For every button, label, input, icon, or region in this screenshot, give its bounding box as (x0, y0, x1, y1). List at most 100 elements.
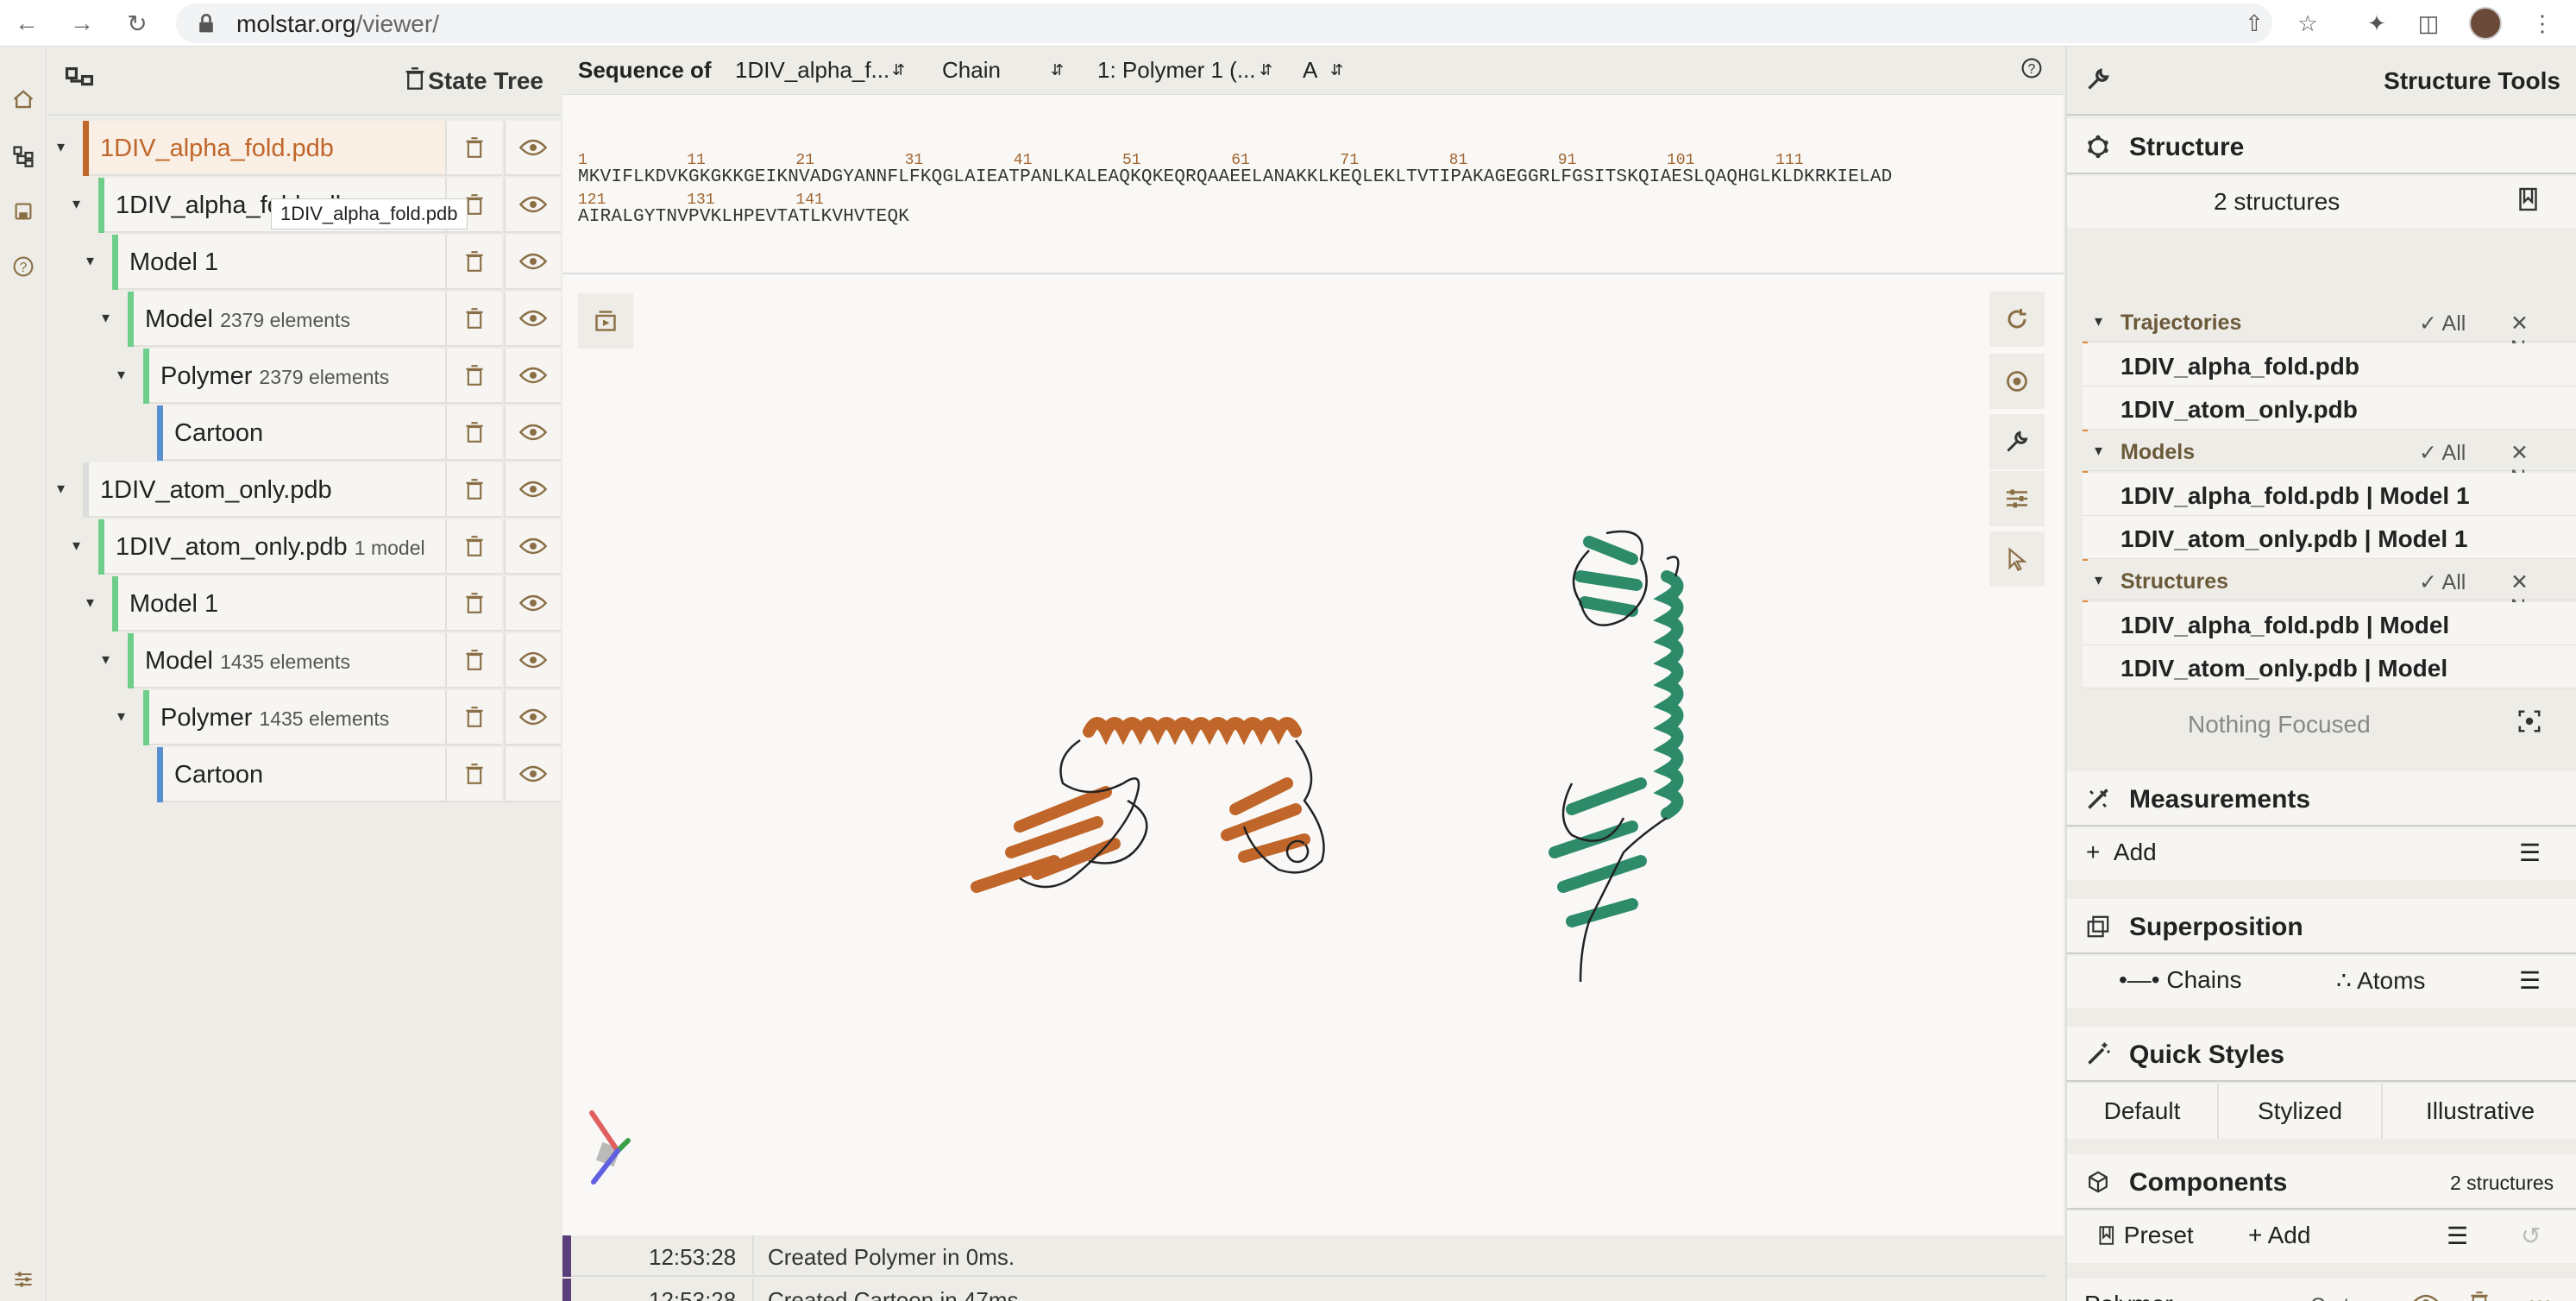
save-icon[interactable] (9, 197, 38, 226)
structure-item[interactable]: 1DIV_atom_only.pdb | Model (2083, 645, 2576, 688)
caret-down-icon[interactable]: ▾ (86, 594, 104, 611)
tree-node[interactable]: Polymer 1435 elements (143, 690, 492, 745)
share-icon[interactable]: ⇧ (2240, 9, 2269, 38)
trash-icon[interactable] (445, 349, 502, 404)
eye-icon[interactable] (504, 576, 561, 632)
trash-icon[interactable] (445, 690, 502, 745)
caret-down-icon[interactable]: ▾ (102, 309, 119, 326)
focus-target-icon[interactable] (2517, 709, 2541, 739)
bookmark-icon[interactable] (2517, 186, 2541, 218)
settings-sliders-icon[interactable] (1989, 471, 2045, 526)
tree-node[interactable]: Model 2379 elements (128, 292, 492, 347)
select-all-button[interactable]: ✓ All (2419, 440, 2466, 466)
eye-icon[interactable] (504, 690, 561, 745)
tree-node[interactable]: Cartoon (157, 747, 492, 802)
eye-icon[interactable] (504, 178, 561, 233)
reset-camera-icon[interactable] (1989, 292, 2045, 347)
pointer-icon[interactable] (1989, 531, 2045, 587)
kebab-menu-icon[interactable]: ⋮ (2528, 9, 2557, 38)
illustrative-style-button[interactable]: Illustrative (2383, 1084, 2576, 1139)
select-all-button[interactable]: ✓ All (2419, 569, 2466, 595)
settings-sliders-icon[interactable] (9, 1265, 38, 1294)
eye-icon[interactable] (504, 292, 561, 347)
caret-down-icon[interactable]: ▾ (57, 480, 74, 497)
model-item[interactable]: 1DIV_atom_only.pdb | Model 1 (2083, 516, 2576, 559)
tree-node[interactable]: Model 1 (112, 576, 492, 632)
eye-icon[interactable] (2412, 1291, 2440, 1301)
settings-sliders-icon[interactable]: ☰ (2519, 839, 2541, 867)
caret-down-icon[interactable]: ▾ (72, 195, 90, 212)
eye-icon[interactable] (504, 349, 561, 404)
caret-down-icon[interactable]: ▾ (72, 537, 90, 554)
back-icon[interactable]: ← (12, 9, 41, 38)
trash-icon[interactable] (445, 235, 502, 290)
tree-node[interactable]: 1DIV_atom_only.pdb (83, 462, 492, 518)
superposition-section-header[interactable]: Superposition (2067, 899, 2576, 954)
trash-icon[interactable] (445, 292, 502, 347)
caret-down-icon[interactable]: ▾ (102, 650, 119, 668)
select-all-button[interactable]: ✓ All (2419, 311, 2466, 336)
protein-cartoon-alpha-fold[interactable] (959, 706, 1339, 913)
atoms-button[interactable]: ∴ Atoms (2336, 966, 2425, 995)
side-panel-icon[interactable]: ◫ (2414, 9, 2443, 38)
structures-header[interactable]: ▾ Structures ✓ All ✕ None (2083, 561, 2576, 619)
trash-icon[interactable] (445, 405, 502, 461)
reload-icon[interactable]: ↻ (123, 9, 152, 38)
measurements-add-button[interactable]: + Add (2086, 839, 2157, 866)
tree-node[interactable]: 1DIV_alpha_fold.pdb (83, 121, 492, 176)
trash-icon[interactable] (445, 121, 502, 176)
caret-down-icon[interactable]: ▾ (117, 366, 135, 383)
tree-node[interactable]: Cartoon (157, 405, 492, 461)
tree-node[interactable]: 1DIV_atom_only.pdb 1 model (98, 519, 492, 575)
tree-node[interactable]: Polymer 2379 elements (143, 349, 492, 404)
components-section-header[interactable]: Components 2 structures (2067, 1154, 2576, 1210)
trash-icon[interactable] (2471, 1291, 2488, 1301)
3d-viewport[interactable] (562, 274, 2064, 1235)
chain-select[interactable]: A (1303, 57, 1317, 84)
state-tree-icon[interactable] (9, 141, 38, 171)
animation-icon[interactable] (578, 293, 633, 349)
model-item[interactable]: 1DIV_alpha_fold.pdb | Model 1 (2083, 473, 2576, 516)
wrench-icon[interactable] (1989, 414, 2045, 469)
bookmark-star-icon[interactable]: ☆ (2293, 9, 2322, 38)
eye-icon[interactable] (504, 633, 561, 688)
sequence-line-1[interactable]: MKVIFLKDVKGKGKKGEIKNVADGYANNFLFKQGLAIEAT… (578, 167, 1892, 187)
settings-sliders-icon[interactable]: ☰ (2519, 966, 2541, 995)
home-icon[interactable] (9, 85, 38, 114)
structure-item[interactable]: 1DIV_alpha_fold.pdb | Model (2083, 602, 2576, 645)
preset-button[interactable]: Preset (2098, 1222, 2194, 1249)
screenshot-icon[interactable] (1989, 354, 2045, 409)
structure-count-row[interactable]: 2 structures (2067, 176, 2576, 228)
settings-sliders-icon[interactable]: ☰ (2447, 1222, 2468, 1250)
stylized-style-button[interactable]: Stylized (2219, 1084, 2383, 1139)
components-add-button[interactable]: + Add (2248, 1222, 2310, 1249)
models-header[interactable]: ▾ Models ✓ All ✕ None (2083, 431, 2576, 490)
protein-cartoon-atom-only[interactable] (1537, 525, 1762, 990)
structure-select[interactable]: 1DIV_alpha_f... (735, 57, 889, 84)
avatar[interactable] (2469, 7, 2502, 40)
caret-down-icon[interactable]: ▾ (57, 138, 74, 155)
trash-icon[interactable] (445, 519, 502, 575)
chains-button[interactable]: •—• Chains (2119, 966, 2242, 994)
eye-icon[interactable] (504, 121, 561, 176)
caret-down-icon[interactable]: ▾ (117, 707, 135, 725)
mode-select[interactable]: Chain (942, 57, 1001, 84)
entity-select[interactable]: 1: Polymer 1 (... (1097, 57, 1256, 84)
address-bar[interactable]: molstar.org/viewer/ (176, 3, 2272, 43)
trash-icon[interactable] (445, 633, 502, 688)
more-options-icon[interactable]: ⋯ (2528, 1287, 2552, 1301)
trash-icon[interactable] (445, 747, 502, 802)
trash-icon[interactable] (405, 67, 424, 96)
component-item-polymer[interactable]: Polymer Cartoon ⋯ (2067, 1279, 2576, 1301)
history-icon[interactable]: ↺ (2521, 1222, 2541, 1250)
trash-icon[interactable] (445, 576, 502, 632)
sequence-panel[interactable]: 1 11 21 31 41 51 61 71 81 91 101 111 MKVIFLKDVKGKGK… (562, 95, 2064, 274)
extensions-icon[interactable]: ✦ (2362, 9, 2391, 38)
trajectory-item[interactable]: 1DIV_atom_only.pdb (2083, 387, 2576, 430)
trajectory-item[interactable]: 1DIV_alpha_fold.pdb (2083, 343, 2576, 387)
tree-node[interactable]: Model 1435 elements (128, 633, 492, 688)
trash-icon[interactable] (445, 462, 502, 518)
caret-down-icon[interactable]: ▾ (86, 252, 104, 269)
tree-node[interactable]: Model 1 (112, 235, 492, 290)
default-style-button[interactable]: Default (2067, 1084, 2219, 1139)
